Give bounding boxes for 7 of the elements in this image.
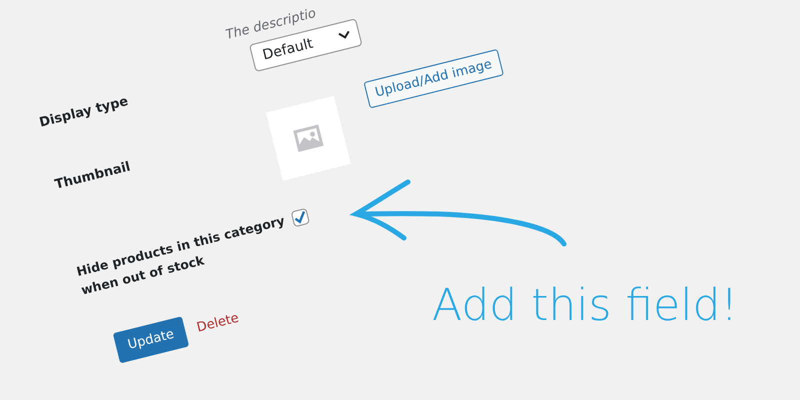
field-label: Display type: [38, 93, 131, 131]
chevron-down-icon: [338, 30, 352, 41]
annotation-text: Add this field!: [432, 280, 738, 331]
checkbox[interactable]: [290, 208, 310, 228]
update-button[interactable]: Update: [112, 316, 190, 364]
delete-link[interactable]: Delete: [195, 310, 240, 336]
image-icon: [293, 124, 324, 152]
